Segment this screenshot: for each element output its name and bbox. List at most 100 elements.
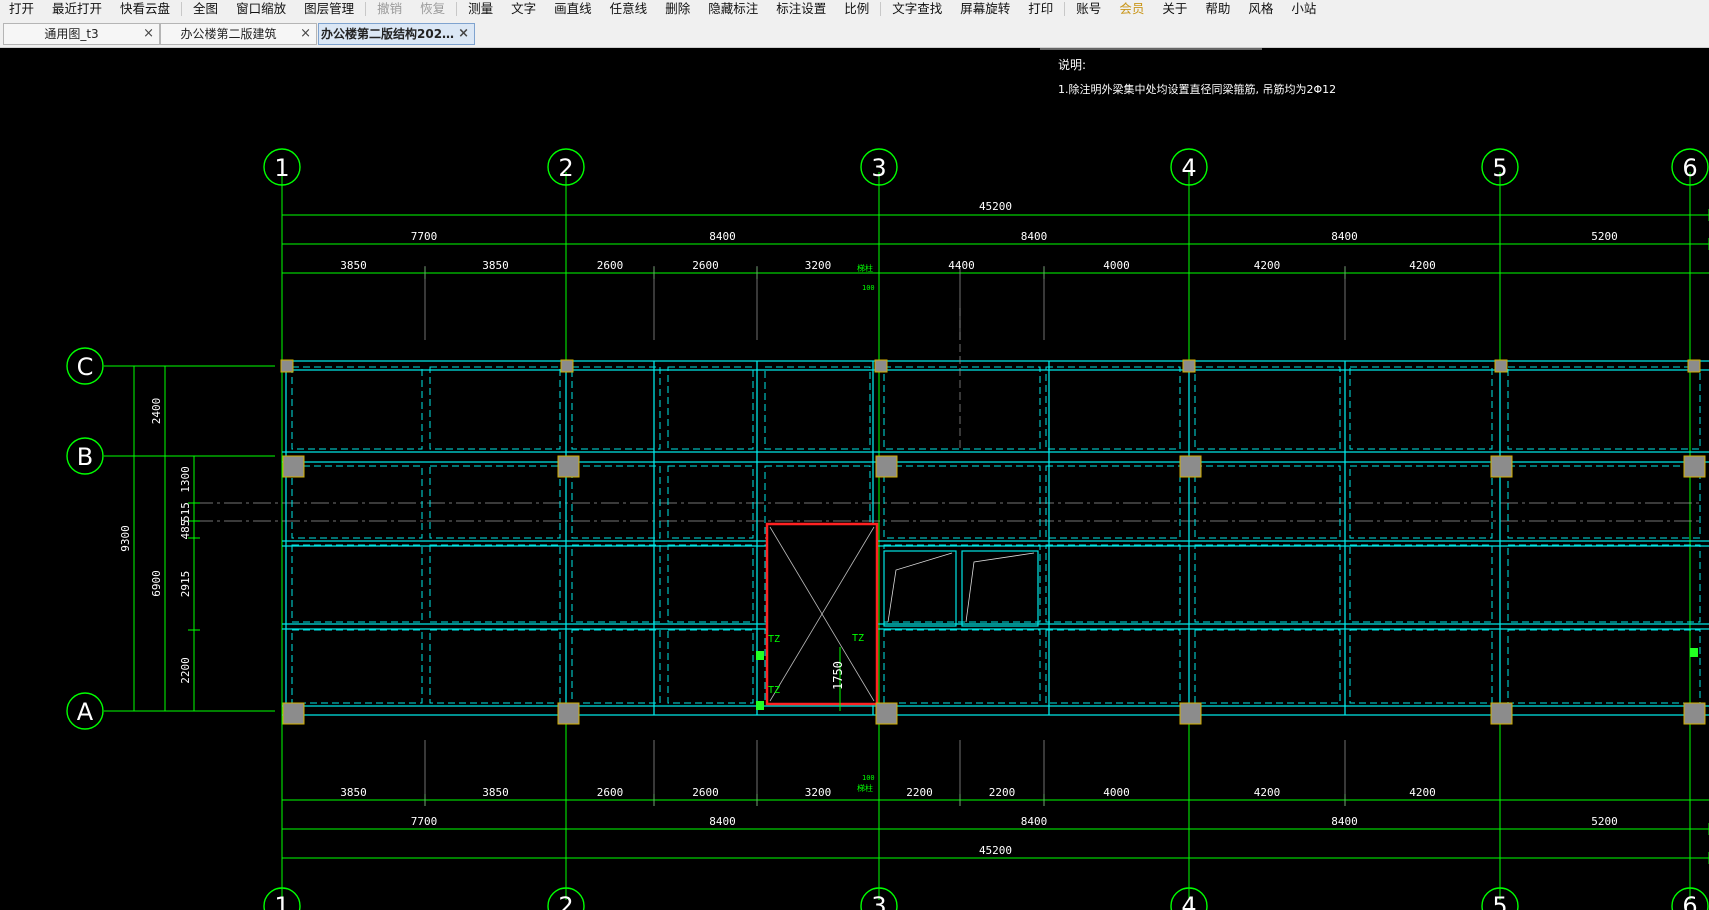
column	[282, 455, 305, 478]
menu-item-24[interactable]: 小站	[1282, 0, 1325, 18]
menu-item-6[interactable]: 撤销	[368, 0, 411, 18]
landing-panel	[961, 550, 1039, 627]
notes-line: 1.除注明外梁集中处均设置直径同梁箍筋, 吊筋均为2Φ12	[1058, 82, 1336, 96]
bottom-detail-dim-label: 3850	[482, 786, 509, 799]
document-tab-2[interactable]: 办公楼第二版结构202… ×	[318, 23, 475, 45]
slab-panel	[571, 366, 661, 450]
tab-label: 办公楼第二版结构202…	[321, 27, 455, 41]
bottom-span-dim-label: 8400	[1331, 815, 1358, 828]
top-detail-dim-label: 3850	[482, 259, 509, 272]
menu-item-9[interactable]: 文字	[502, 0, 545, 18]
document-tab-1[interactable]: 办公楼第二版建筑 ×	[160, 23, 317, 45]
axis-label-bottom: 2	[558, 892, 573, 910]
menu-item-15[interactable]: 比例	[835, 0, 878, 18]
slab-panel	[1349, 629, 1493, 704]
stair-column-marker	[756, 651, 764, 660]
slab-panel	[429, 544, 561, 623]
menu-separator	[880, 2, 882, 16]
menu-item-23[interactable]: 风格	[1239, 0, 1282, 18]
menu-item-20[interactable]: 会员	[1110, 0, 1153, 18]
slab-panel	[1507, 366, 1701, 450]
close-icon[interactable]: ×	[143, 24, 154, 44]
menu-item-7[interactable]: 恢复	[411, 0, 454, 18]
top-detail-dim-label: 2600	[692, 259, 719, 272]
axis-label-bottom: 6	[1682, 892, 1697, 910]
annotations: 1 1 2 2 3 3 4 4 5 5 6 6 C B A 1750 TZ TZ TZ 45200 7700 8400 84…	[77, 57, 1698, 910]
menu-item-3[interactable]: 全图	[184, 0, 227, 18]
left-detail-dim-label: 515	[179, 502, 192, 522]
column	[280, 359, 294, 373]
landing-slope	[965, 552, 1035, 623]
slab-panel	[883, 629, 1041, 704]
menu-item-12[interactable]: 删除	[656, 0, 699, 18]
menu-item-17[interactable]: 屏幕旋转	[951, 0, 1019, 18]
slab-panel	[429, 366, 561, 450]
top-overall-dim-label: 45200	[979, 200, 1012, 213]
menu-item-5[interactable]: 图层管理	[295, 0, 363, 18]
slab-panel	[1349, 544, 1493, 623]
stair-column-marker	[756, 701, 764, 710]
left-span-dim-label: 2400	[150, 398, 163, 425]
slab-panel	[291, 629, 423, 704]
slab-panel	[291, 544, 423, 623]
menu-item-11[interactable]: 任意线	[601, 0, 657, 18]
stair-column-marker	[1690, 648, 1698, 657]
close-icon[interactable]: ×	[458, 24, 469, 44]
column	[282, 702, 305, 725]
bottom-overall-dim-label: 45200	[979, 844, 1012, 857]
menu-item-4[interactable]: 窗口缩放	[227, 0, 295, 18]
bottom-detail-dim-label: 2600	[597, 786, 624, 799]
left-overall-dim-label: 9300	[119, 525, 132, 552]
menu-item-14[interactable]: 标注设置	[767, 0, 835, 18]
top-detail-dim-label: 4000	[1103, 259, 1130, 272]
drawing-canvas[interactable]: 1 1 2 2 3 3 4 4 5 5 6 6 C B A 1750 TZ TZ TZ 45200 7700 8400 84…	[0, 48, 1709, 910]
left-detail-dim-label: 1300	[179, 466, 192, 493]
slab-panel	[1045, 629, 1181, 704]
landing-slope	[887, 552, 953, 623]
landing-panel	[883, 550, 957, 627]
menu-item-13[interactable]: 隐藏标注	[699, 0, 767, 18]
document-tab-0[interactable]: 通用图_t3 ×	[3, 23, 160, 45]
axis-label: 2	[558, 154, 573, 182]
stair-column-note: 梯柱	[857, 783, 873, 793]
column	[1494, 359, 1508, 373]
bottom-detail-dim-label: 2200	[989, 786, 1016, 799]
bottom-detail-dim-label: 4000	[1103, 786, 1130, 799]
bottom-detail-dim-label: 2600	[692, 786, 719, 799]
menu-item-1[interactable]: 最近打开	[43, 0, 111, 18]
menu-item-22[interactable]: 帮助	[1196, 0, 1239, 18]
column	[875, 702, 898, 725]
axis-label: 4	[1181, 154, 1196, 182]
menu-item-2[interactable]: 快看云盘	[111, 0, 179, 18]
cad-drawing[interactable]: 1 1 2 2 3 3 4 4 5 5 6 6 C B A 1750 TZ TZ TZ 45200 7700 8400 84…	[0, 48, 1709, 910]
column	[560, 359, 574, 373]
slab-panel	[1349, 465, 1493, 539]
menu-item-21[interactable]: 关于	[1153, 0, 1196, 18]
axis-label-bottom: 1	[274, 892, 289, 910]
column	[557, 702, 580, 725]
stair-column-note: 梯柱	[857, 263, 873, 273]
slab-panel	[883, 465, 1041, 539]
menu-item-10[interactable]: 画直线	[545, 0, 601, 18]
menu-item-0[interactable]: 打开	[0, 0, 43, 18]
slab-panel	[1194, 544, 1341, 623]
slab-panel	[571, 544, 661, 623]
menu-item-18[interactable]: 打印	[1019, 0, 1062, 18]
menu-bar: 打开 最近打开 快看云盘 全图 窗口缩放 图层管理 撤销 恢复 测量 文字 画直线 任意线 删除 隐藏标注…	[0, 0, 1709, 18]
slab-panel	[1349, 366, 1493, 450]
columns	[280, 359, 1706, 725]
menu-item-16[interactable]: 文字查找	[883, 0, 951, 18]
menu-separator	[365, 2, 367, 16]
tz-label: TZ	[852, 633, 864, 644]
column	[1490, 702, 1513, 725]
slab-panel	[1194, 629, 1341, 704]
menu-item-8[interactable]: 测量	[459, 0, 502, 18]
menu-item-19[interactable]: 账号	[1067, 0, 1110, 18]
bottom-detail-dim-label: 4200	[1409, 786, 1436, 799]
slab-panel	[429, 465, 561, 539]
close-icon[interactable]: ×	[300, 24, 311, 44]
slab-panel	[1045, 465, 1181, 539]
column	[557, 455, 580, 478]
top-detail-dim-label: 4200	[1254, 259, 1281, 272]
axis-label: A	[77, 698, 94, 726]
